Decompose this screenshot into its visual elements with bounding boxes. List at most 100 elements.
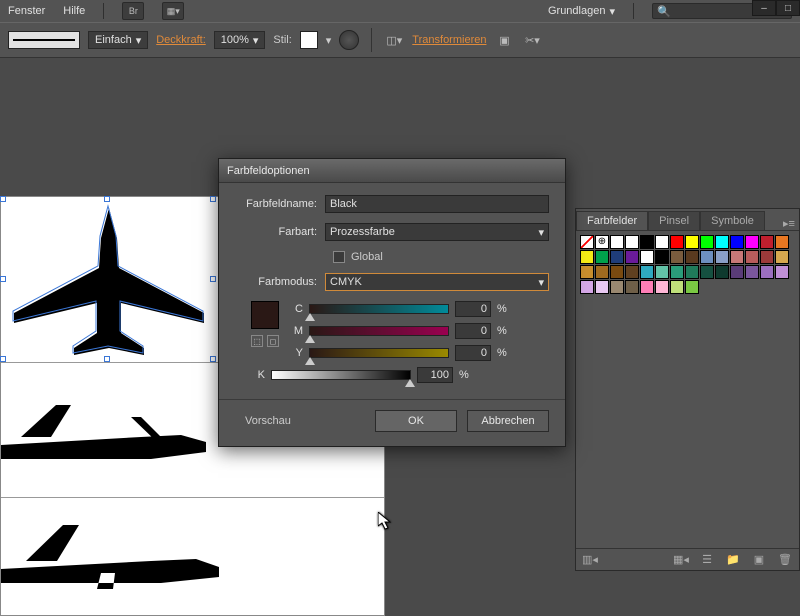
magenta-input[interactable]: [455, 323, 491, 339]
swatch-item[interactable]: [760, 265, 774, 279]
swatch-item[interactable]: [625, 250, 639, 264]
swatch-item[interactable]: [775, 265, 789, 279]
global-checkbox[interactable]: [333, 251, 345, 263]
swatch-item[interactable]: [670, 265, 684, 279]
selection-bounding-box[interactable]: [3, 199, 213, 359]
bridge-button[interactable]: Br: [122, 2, 144, 20]
tab-brushes[interactable]: Pinsel: [648, 211, 700, 230]
swatch-item[interactable]: [745, 235, 759, 249]
swatch-item[interactable]: [640, 280, 654, 294]
menu-window[interactable]: Fenster: [8, 5, 45, 17]
swatch-item[interactable]: [655, 265, 669, 279]
swatch-item[interactable]: [670, 280, 684, 294]
delete-swatch-icon[interactable]: 🗑: [777, 553, 793, 567]
swatch-item[interactable]: [640, 265, 654, 279]
artwork-airplane-side-2[interactable]: [1, 517, 221, 602]
swatch-item[interactable]: [730, 235, 744, 249]
dialog-title[interactable]: Farbfeldoptionen: [219, 159, 565, 183]
swatch-registration[interactable]: ⊕: [595, 235, 609, 249]
opacity-label[interactable]: Deckkraft:: [156, 34, 206, 46]
swatch-item[interactable]: [625, 235, 639, 249]
swatch-item[interactable]: [715, 250, 729, 264]
swatch-item[interactable]: [595, 280, 609, 294]
crop-icon[interactable]: ✂▾: [522, 31, 542, 49]
black-input[interactable]: [417, 367, 453, 383]
arrange-docs-button[interactable]: ▦▾: [162, 2, 184, 20]
window-minimize[interactable]: –: [752, 0, 776, 16]
swatch-item[interactable]: [715, 235, 729, 249]
magenta-slider[interactable]: [309, 326, 449, 336]
recolor-button[interactable]: [339, 30, 359, 50]
swatch-item[interactable]: [625, 280, 639, 294]
swatch-item[interactable]: [580, 265, 594, 279]
black-slider[interactable]: [271, 370, 411, 380]
swatch-item[interactable]: [700, 235, 714, 249]
panel-menu-icon[interactable]: ▸≡: [779, 217, 799, 230]
swatch-item[interactable]: [595, 265, 609, 279]
stroke-style-dropdown[interactable]: Einfach▾: [88, 31, 148, 49]
cyan-slider[interactable]: [309, 304, 449, 314]
color-mode-dropdown[interactable]: CMYK▾: [325, 273, 549, 291]
cyan-input[interactable]: [455, 301, 491, 317]
color-type-dropdown[interactable]: Prozessfarbe▾: [325, 223, 549, 241]
swatch-item[interactable]: [700, 265, 714, 279]
stroke-weight-widget[interactable]: [8, 31, 80, 49]
artwork-airplane-side-1[interactable]: [1, 397, 211, 477]
ok-button[interactable]: OK: [375, 410, 457, 432]
swatch-item[interactable]: [685, 235, 699, 249]
swatch-item[interactable]: [730, 250, 744, 264]
cancel-button[interactable]: Abbrechen: [467, 410, 549, 432]
yellow-slider[interactable]: [309, 348, 449, 358]
new-swatch-icon[interactable]: ▣: [751, 553, 767, 567]
yellow-input[interactable]: [455, 345, 491, 361]
tab-swatches[interactable]: Farbfelder: [576, 211, 648, 230]
swatch-item[interactable]: [640, 235, 654, 249]
magenta-label: M: [289, 325, 303, 337]
new-color-group-icon[interactable]: 📁: [725, 553, 741, 567]
swatch-item[interactable]: [670, 250, 684, 264]
swatch-options-icon[interactable]: ☰: [699, 553, 715, 567]
show-swatch-kinds-icon[interactable]: ▦◂: [673, 553, 689, 567]
swatch-item[interactable]: [580, 250, 594, 264]
swatch-item[interactable]: [730, 265, 744, 279]
swatch-item[interactable]: [655, 235, 669, 249]
swatch-item[interactable]: [655, 250, 669, 264]
swatch-item[interactable]: [775, 235, 789, 249]
out-of-gamut-icon[interactable]: ◻: [267, 335, 279, 347]
swatch-item[interactable]: [640, 250, 654, 264]
transform-link[interactable]: Transformieren: [412, 34, 486, 46]
swatch-item[interactable]: [580, 280, 594, 294]
swatch-item[interactable]: [685, 250, 699, 264]
menu-help[interactable]: Hilfe: [63, 5, 85, 17]
swatch-item[interactable]: [655, 280, 669, 294]
color-mode-value: CMYK: [330, 276, 362, 288]
opacity-dropdown[interactable]: 100%▾: [214, 31, 266, 49]
swatch-item[interactable]: [670, 235, 684, 249]
swatch-item[interactable]: [595, 250, 609, 264]
swatch-item[interactable]: [685, 280, 699, 294]
swatch-item[interactable]: [700, 250, 714, 264]
swatch-item[interactable]: [685, 265, 699, 279]
window-maximize[interactable]: □: [776, 0, 800, 16]
swatch-name-input[interactable]: [325, 195, 549, 213]
swatch-item[interactable]: [745, 265, 759, 279]
swatch-none[interactable]: [580, 235, 594, 249]
swatch-item[interactable]: [610, 250, 624, 264]
swatch-item[interactable]: [610, 280, 624, 294]
swatch-item[interactable]: [760, 235, 774, 249]
swatch-item[interactable]: [610, 235, 624, 249]
swatch-item[interactable]: [745, 250, 759, 264]
tab-symbols[interactable]: Symbole: [700, 211, 765, 230]
style-swatch[interactable]: [300, 31, 318, 49]
swatch-item[interactable]: [625, 265, 639, 279]
menubar: Fenster Hilfe Br ▦▾ Grundlagen▾ 🔍: [0, 0, 800, 22]
swatch-item[interactable]: [775, 250, 789, 264]
swatch-item[interactable]: [715, 265, 729, 279]
isolate-icon[interactable]: ▣: [494, 31, 514, 49]
workspace-switcher[interactable]: Grundlagen▾: [548, 5, 615, 18]
swatch-libraries-icon[interactable]: ▥◂: [582, 553, 598, 567]
swatch-item[interactable]: [760, 250, 774, 264]
align-icon[interactable]: ◫▾: [384, 31, 404, 49]
cube-icon[interactable]: ⬚: [251, 335, 263, 347]
swatch-item[interactable]: [610, 265, 624, 279]
